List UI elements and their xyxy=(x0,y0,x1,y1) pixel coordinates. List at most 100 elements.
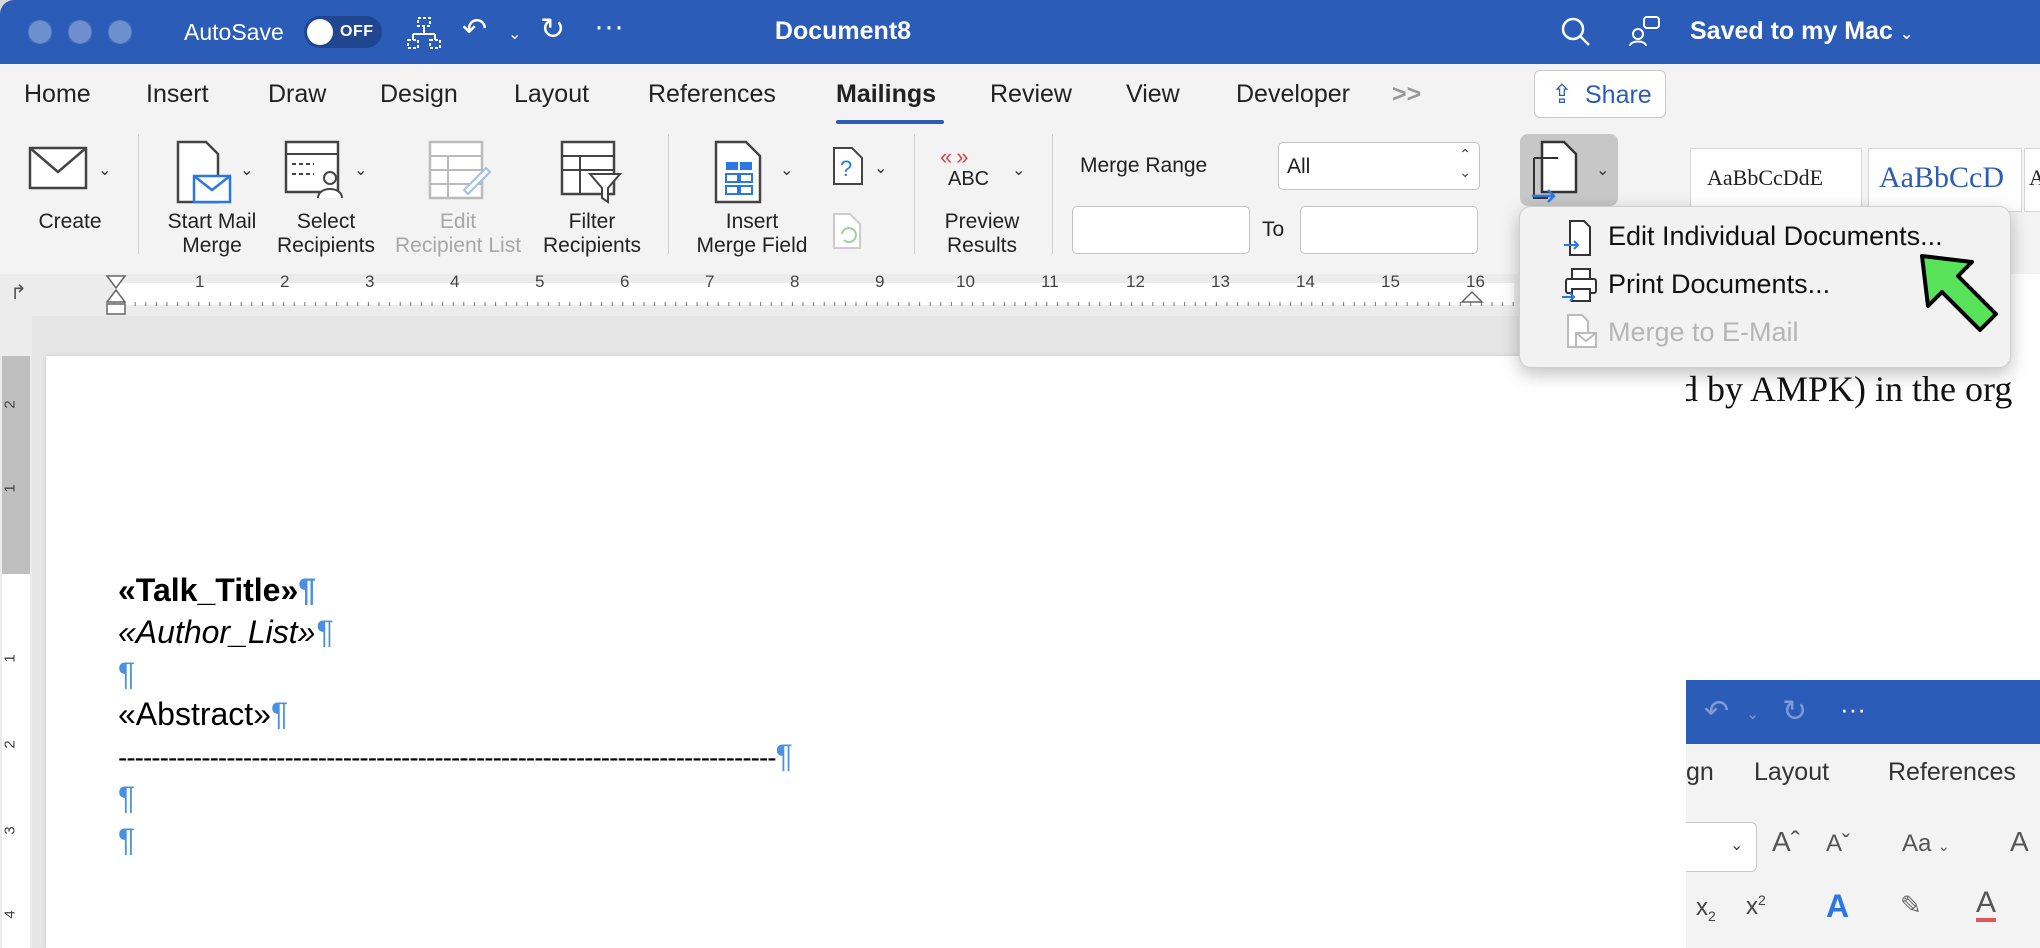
update-labels-icon xyxy=(830,212,864,255)
chevron-down-icon[interactable]: ⌄ xyxy=(1012,160,1025,180)
share-button[interactable]: ⇪ Share xyxy=(1534,70,1666,118)
ribbon-divider xyxy=(914,134,915,254)
highlighter-icon[interactable]: ✎ xyxy=(1900,890,1922,921)
select-recipients-icon[interactable] xyxy=(284,140,348,205)
tab-design[interactable]: Design xyxy=(380,80,458,109)
edit-recipient-list-button: Edit Recipient List xyxy=(394,210,522,257)
empty-paragraph[interactable]: ¶ xyxy=(118,822,135,859)
title-bar: AutoSave OFF ↶ ⌄ ↻ ··· Document8 xyxy=(0,0,1686,64)
bg-tab-layout[interactable]: Layout xyxy=(1754,758,1829,787)
start-mail-merge-button[interactable]: Start Mail Merge xyxy=(150,210,274,258)
ruler-label: 10 xyxy=(956,272,975,291)
abstract-field[interactable]: «Abstract»¶ xyxy=(118,696,288,733)
share-icon: ⇪ xyxy=(1551,79,1573,109)
saved-status[interactable]: Saved to my Mac ⌄ xyxy=(1690,17,1913,46)
merge-range-from-input[interactable] xyxy=(1072,206,1250,254)
print-icon xyxy=(1562,267,1597,302)
merge-range-to-input[interactable] xyxy=(1300,206,1478,254)
ruler-ticks xyxy=(114,302,1514,306)
menu-item-print-documents[interactable]: Print Documents... xyxy=(1608,269,1830,300)
chevron-down-icon: ⌄ xyxy=(1596,162,1610,179)
font-size-dropdown[interactable]: ⌄ xyxy=(1686,822,1757,872)
empty-paragraph[interactable]: ¶ xyxy=(118,656,135,693)
background-window-2-titlebar: ↶ ⌄ ↻ ··· xyxy=(1686,680,2040,744)
chevron-down-icon[interactable]: ⌄ xyxy=(874,158,887,178)
empty-paragraph[interactable]: ¶ xyxy=(118,780,135,817)
insert-merge-field-icon[interactable] xyxy=(714,140,764,209)
style-heading1[interactable]: AaBbCcD xyxy=(1868,148,2022,212)
filter-recipients-icon[interactable] xyxy=(560,140,623,209)
preview-abc-icon[interactable]: ABC xyxy=(948,168,989,191)
tab-layout[interactable]: Layout xyxy=(514,80,589,109)
bg-tab-references[interactable]: References xyxy=(1888,758,2016,787)
rules-icon[interactable]: ? xyxy=(830,146,866,191)
preview-chevrons-icon: «» xyxy=(940,144,973,169)
tab-draw[interactable]: Draw xyxy=(268,80,326,109)
menu-item-merge-to-email: Merge to E-Mail xyxy=(1608,317,1799,347)
document-page[interactable] xyxy=(46,356,1686,948)
chevron-down-icon[interactable]: ⌄ xyxy=(1746,704,1759,724)
ruler-label: 12 xyxy=(1126,272,1145,291)
tab-stop-icon[interactable]: ↱ xyxy=(10,280,27,305)
ribbon-divider xyxy=(1052,134,1053,254)
chevron-down-icon[interactable]: ⌄ xyxy=(780,160,793,180)
tab-view[interactable]: View xyxy=(1126,80,1180,109)
redo-icon[interactable]: ↻ xyxy=(1782,694,1807,729)
insert-merge-field-button[interactable]: Insert Merge Field xyxy=(684,210,820,258)
edit-recipient-list-icon xyxy=(428,140,492,209)
tab-references[interactable]: References xyxy=(648,80,776,109)
vertical-ruler-page xyxy=(2,574,30,948)
chevron-down-icon[interactable]: ⌄ xyxy=(354,160,367,180)
tab-review[interactable]: Review xyxy=(990,80,1072,109)
tab-developer[interactable]: Developer xyxy=(1236,80,1350,109)
finish-and-merge-button[interactable]: ⌄ xyxy=(1520,134,1618,206)
vertical-ruler-margin xyxy=(2,356,30,574)
search-icon[interactable] xyxy=(1560,16,1592,53)
undo-icon[interactable]: ↶ xyxy=(1704,694,1729,729)
indent-marker-icon[interactable] xyxy=(104,274,128,321)
chevron-down-icon[interactable]: ⌄ xyxy=(240,160,253,180)
collaborate-icon[interactable] xyxy=(1628,14,1662,53)
ruler-label: 6 xyxy=(620,272,630,291)
grow-font-icon[interactable]: Aˆ xyxy=(1772,826,1800,858)
vruler-label: 1 xyxy=(1,654,19,663)
tabs-overflow-icon[interactable]: >> xyxy=(1392,80,1421,109)
right-indent-marker-icon[interactable] xyxy=(1460,290,1484,309)
bg-tab-design[interactable]: gn xyxy=(1686,758,1714,787)
merge-range-select[interactable]: All ⌃ ⌄ xyxy=(1278,142,1480,190)
author-list-field[interactable]: «Author_List»¶ xyxy=(118,614,333,651)
preview-results-button[interactable]: Preview Results xyxy=(924,210,1040,258)
vruler-label: 4 xyxy=(1,910,19,919)
envelope-icon[interactable] xyxy=(28,146,88,195)
text-effects-icon[interactable]: A xyxy=(1826,888,1849,925)
start-mail-merge-icon[interactable] xyxy=(174,140,234,211)
to-label: To xyxy=(1262,218,1285,241)
change-case-icon[interactable]: Aa ⌄ xyxy=(1902,830,1950,858)
tab-insert[interactable]: Insert xyxy=(146,80,209,109)
superscript-icon[interactable]: x2 xyxy=(1746,892,1766,921)
vruler-label: 2 xyxy=(1,740,19,749)
ruler-label: 5 xyxy=(535,272,545,291)
ribbon-tabs: Home Insert Draw Design Layout Reference… xyxy=(0,64,1686,126)
tab-home[interactable]: Home xyxy=(24,80,91,109)
create-button[interactable]: Create xyxy=(20,210,120,234)
background-document-text: d by AMPK) in the org xyxy=(1680,369,2013,409)
talk-title-field[interactable]: «Talk_Title»¶ xyxy=(118,572,316,609)
active-tab-indicator xyxy=(836,120,944,124)
subscript-icon[interactable]: x2 xyxy=(1696,894,1716,924)
ruler-label: 13 xyxy=(1211,272,1230,291)
style-heading2[interactable]: A xyxy=(2024,148,2040,212)
select-recipients-button[interactable]: Select Recipients xyxy=(266,210,386,258)
ruler-label: 15 xyxy=(1381,272,1400,291)
filter-recipients-button[interactable]: Filter Recipients xyxy=(530,210,654,258)
font-color-icon[interactable]: A xyxy=(1976,888,1997,922)
clear-formatting-icon[interactable]: A xyxy=(2010,826,2029,858)
separator-line[interactable]: ----------------------------------------… xyxy=(118,738,793,775)
ruler-label: 4 xyxy=(450,272,460,291)
shrink-font-icon[interactable]: Aˇ xyxy=(1826,830,1850,858)
menu-item-edit-individual-documents[interactable]: Edit Individual Documents... xyxy=(1608,221,1943,252)
tab-mailings[interactable]: Mailings xyxy=(836,80,936,109)
style-normal[interactable]: AaBbCcDdE xyxy=(1690,148,1862,212)
more-icon[interactable]: ··· xyxy=(1840,694,1866,725)
chevron-down-icon[interactable]: ⌄ xyxy=(98,160,111,180)
